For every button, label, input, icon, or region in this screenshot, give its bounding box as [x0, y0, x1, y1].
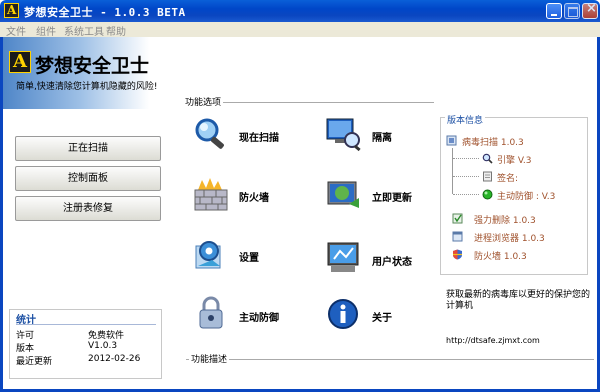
- feature-scan-now[interactable]: 现在扫描: [192, 116, 302, 156]
- version-engine: 病毒扫描 1.0.3: [462, 138, 524, 148]
- stats-value: 免费软件: [88, 331, 125, 341]
- minimize-button[interactable]: [546, 3, 562, 19]
- tree-line: [453, 176, 479, 177]
- feature-user-status[interactable]: 用户状态: [325, 240, 435, 280]
- version-engine-child: 签名:: [497, 174, 519, 184]
- features-section-title: 功能选项: [183, 95, 224, 108]
- firewall-bricks-icon: [194, 178, 228, 211]
- feature-label: 设置: [239, 253, 259, 264]
- stats-divider: [16, 324, 156, 325]
- feature-active-defense[interactable]: 主动防御: [192, 296, 302, 336]
- banner: 梦想安全卫士: [3, 37, 175, 109]
- version-engine-child: 主动防御 : V.3: [497, 192, 556, 202]
- version-module: 进程浏览器 1.0.3: [474, 234, 545, 244]
- user-status-monitor-icon: [327, 242, 359, 272]
- update-globe-icon: [327, 181, 359, 208]
- control-panel-button[interactable]: 控制面板: [15, 166, 161, 191]
- maximize-button[interactable]: [564, 3, 580, 19]
- magnifier-scan-icon: [195, 118, 224, 149]
- slogan: 简单,快速清除您计算机隐藏的风险!: [16, 82, 158, 92]
- virus-scan-icon: [446, 135, 457, 146]
- menu-bar: 文件 组件 系统工具 帮助: [0, 22, 600, 38]
- feature-label: 防火墙: [239, 193, 269, 204]
- description-area: [185, 360, 595, 388]
- tree-line: [452, 148, 453, 194]
- menu-components[interactable]: 组件: [36, 23, 56, 38]
- signature-doc-icon: [483, 171, 492, 182]
- stats-key: 最近更新: [16, 357, 53, 367]
- feature-label: 关于: [372, 313, 392, 324]
- feature-label: 立即更新: [372, 193, 412, 204]
- app-name: 梦想安全卫士: [35, 55, 150, 77]
- version-module: 强力删除 1.0.3: [474, 216, 536, 226]
- tree-line: [453, 158, 479, 159]
- features-divider: [186, 102, 434, 103]
- force-delete-icon: [452, 213, 463, 224]
- active-defense-status-icon: [482, 189, 493, 200]
- window-title: 梦想安全卫士 - 1.0.3 BETA: [24, 6, 186, 19]
- stats-value: 2012-02-26: [88, 354, 141, 364]
- menu-system-tools[interactable]: 系统工具: [64, 23, 104, 38]
- registry-repair-button[interactable]: 注册表修复: [15, 196, 161, 221]
- website-link[interactable]: http://dtsafe.zjmxt.com: [446, 336, 540, 345]
- menu-file[interactable]: 文件: [6, 23, 26, 38]
- feature-firewall[interactable]: 防火墙: [192, 176, 302, 216]
- version-info-title: 版本信息: [445, 113, 486, 126]
- feature-label: 主动防御: [239, 313, 279, 324]
- stats-panel: 统计 许可 免费软件 版本 V1.0.3 最近更新 2012-02-26: [9, 309, 162, 379]
- feature-about[interactable]: 关于: [325, 296, 435, 336]
- update-info-text: 获取最新的病毒库以更好的保护您的计算机: [446, 290, 591, 311]
- quarantine-monitor-icon: [326, 118, 361, 152]
- feature-label: 隔离: [372, 133, 392, 144]
- version-engine-child: 引擎 V.3: [497, 156, 532, 166]
- settings-gear-icon: [195, 241, 221, 269]
- close-button[interactable]: [582, 1, 598, 19]
- firewall-shield-icon: [453, 249, 462, 260]
- stats-key: 许可: [16, 331, 35, 341]
- title-bar: 梦想安全卫士 - 1.0.3 BETA: [0, 0, 600, 22]
- feature-settings[interactable]: 设置: [192, 236, 302, 276]
- feature-label: 用户状态: [372, 257, 412, 268]
- feature-quarantine[interactable]: 隔离: [325, 116, 435, 156]
- stats-key: 版本: [16, 344, 35, 354]
- tree-line: [453, 194, 479, 195]
- version-module: 防火墙 1.0.3: [474, 252, 527, 262]
- menu-help[interactable]: 帮助: [106, 23, 126, 38]
- feature-label: 现在扫描: [239, 133, 279, 144]
- process-browser-icon: [452, 231, 463, 242]
- app-icon: [4, 3, 19, 18]
- scan-now-button[interactable]: 正在扫描: [15, 136, 161, 161]
- stats-value: V1.0.3: [88, 341, 118, 351]
- active-defense-lock-icon: [199, 296, 223, 329]
- engine-magnifier-icon: [482, 153, 493, 164]
- feature-update-now[interactable]: 立即更新: [325, 176, 435, 216]
- logo-icon: [9, 51, 31, 73]
- about-info-icon: [328, 299, 358, 329]
